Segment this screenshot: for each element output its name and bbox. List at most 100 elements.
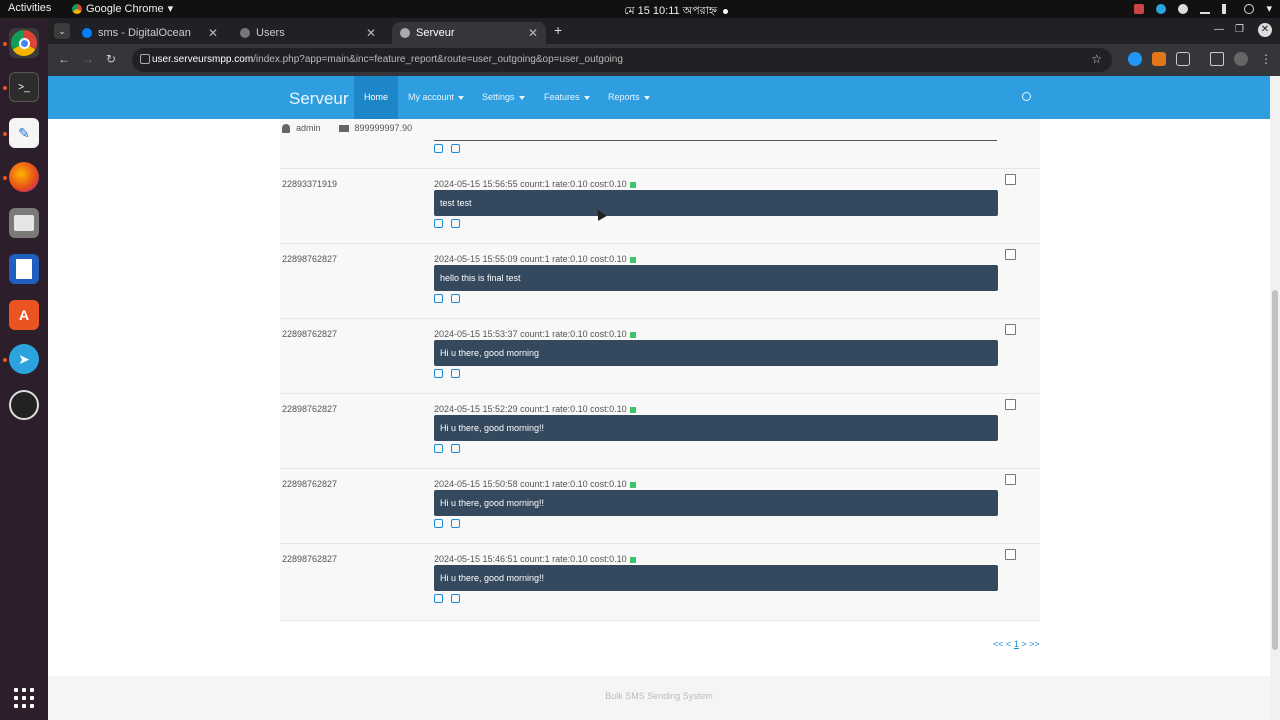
resend-icon[interactable] <box>434 519 443 528</box>
forward-icon[interactable]: → <box>82 52 94 66</box>
chrome-tray-icon <box>1178 3 1189 14</box>
activities-button[interactable]: Activities <box>8 2 51 14</box>
show-apps-icon[interactable] <box>14 688 34 708</box>
resend-icon[interactable] <box>434 219 443 228</box>
telegram-dock-icon[interactable]: ➤ <box>9 344 39 374</box>
tab-title: Users <box>256 27 285 39</box>
globe-favicon-icon <box>400 28 410 38</box>
delivered-status-icon <box>629 256 636 263</box>
pager-last[interactable]: >> <box>1029 639 1040 649</box>
minimize-icon[interactable]: — <box>1214 24 1224 35</box>
row-actions <box>434 144 460 153</box>
external-link-icon[interactable] <box>451 594 460 603</box>
nav-settings[interactable]: Settings <box>472 76 535 119</box>
row-checkbox[interactable] <box>1005 474 1016 485</box>
tab-title: sms - DigitalOcean <box>98 27 191 39</box>
reload-icon[interactable]: ↻ <box>106 52 116 66</box>
row-checkbox[interactable] <box>1005 324 1016 335</box>
running-indicator <box>3 176 7 180</box>
divider <box>434 140 997 141</box>
new-tab-icon[interactable]: + <box>554 22 562 38</box>
system-tray[interactable]: ▾ <box>1134 2 1272 15</box>
tab-search-icon[interactable]: ⌄ <box>54 23 70 39</box>
delivered-status-icon <box>629 406 636 413</box>
external-link-icon[interactable] <box>451 144 460 153</box>
recipient-number: 22898762827 <box>282 329 338 339</box>
tab-serveur[interactable]: Serveur ✕ <box>392 22 546 44</box>
network-icon <box>1200 4 1211 14</box>
nav-label: Reports <box>608 92 640 102</box>
running-indicator <box>3 132 7 136</box>
pager-current[interactable]: 1 <box>1014 639 1019 649</box>
writer-dock-icon[interactable] <box>9 254 39 284</box>
app-center-dock-icon[interactable]: A <box>9 300 39 330</box>
bookmark-star-icon[interactable]: ☆ <box>1091 52 1102 66</box>
page-scrollbar[interactable] <box>1270 76 1280 720</box>
back-icon[interactable]: ← <box>58 52 70 66</box>
text-editor-dock-icon[interactable]: ✎ <box>9 118 39 148</box>
side-panel-icon[interactable] <box>1210 52 1224 66</box>
notification-dot-icon <box>723 8 729 14</box>
obs-dock-icon[interactable] <box>9 390 39 420</box>
tab-digitalocean[interactable]: sms - DigitalOcean ✕ <box>74 22 226 44</box>
nav-label: Settings <box>482 92 515 102</box>
external-link-icon[interactable] <box>451 444 460 453</box>
logout-power-icon[interactable] <box>1022 92 1031 101</box>
nav-home[interactable]: Home <box>354 76 399 119</box>
message-text: Hi u there, good morning <box>434 340 998 366</box>
external-link-icon[interactable] <box>451 369 460 378</box>
url-path: /index.php?app=main&inc=feature_report&r… <box>253 54 623 65</box>
nav-my-account[interactable]: My account <box>398 76 474 119</box>
site-brand[interactable]: Serveur <box>289 89 349 109</box>
address-bar[interactable]: user.serveursmpp.com/index.php?app=main&… <box>132 48 1112 72</box>
running-indicator <box>3 86 7 90</box>
extension-icon[interactable] <box>1128 52 1142 66</box>
extensions-puzzle-icon[interactable] <box>1176 52 1190 66</box>
tab-users[interactable]: Users ✕ <box>232 22 384 44</box>
more-menu-icon[interactable]: ⋮ <box>1260 52 1272 66</box>
nav-label: My account <box>408 92 455 102</box>
url-text: user.serveursmpp.com/index.php?app=main&… <box>152 54 623 65</box>
terminal-dock-icon[interactable]: >_ <box>9 72 39 102</box>
row-checkbox[interactable] <box>1005 399 1016 410</box>
resend-icon[interactable] <box>434 594 443 603</box>
row-checkbox[interactable] <box>1005 549 1016 560</box>
profile-avatar[interactable] <box>1234 52 1248 66</box>
row-checkbox[interactable] <box>1005 174 1016 185</box>
chrome-dock-icon[interactable] <box>9 28 39 58</box>
message-text: test test <box>434 190 998 216</box>
pager-prev[interactable]: < <box>1006 639 1011 649</box>
caret-down-icon <box>643 95 650 100</box>
metamask-icon[interactable] <box>1152 52 1166 66</box>
close-icon[interactable]: ✕ <box>528 26 538 40</box>
pager-first[interactable]: << <box>993 639 1004 649</box>
window-close-icon[interactable]: ✕ <box>1258 23 1272 37</box>
restore-icon[interactable]: ❐ <box>1235 24 1244 35</box>
external-link-icon[interactable] <box>451 519 460 528</box>
recipient-number: 22893371919 <box>282 179 338 189</box>
dock: >_ ✎ A ➤ <box>0 18 48 720</box>
message-text: Hi u there, good morning!! <box>434 565 998 591</box>
nav-features[interactable]: Features <box>534 76 600 119</box>
site-navbar: Serveur Home My account Settings Feature… <box>48 76 1270 119</box>
row-checkbox[interactable] <box>1005 249 1016 260</box>
resend-icon[interactable] <box>434 444 443 453</box>
files-dock-icon[interactable] <box>9 208 39 238</box>
pagination: << < 1 > >> <box>993 639 1040 649</box>
app-menu[interactable]: Google Chrome ▾ <box>72 2 173 15</box>
recipient-number: 22898762827 <box>282 254 338 264</box>
nav-reports[interactable]: Reports <box>598 76 660 119</box>
close-icon[interactable]: ✕ <box>208 26 218 40</box>
external-link-icon[interactable] <box>451 294 460 303</box>
pager-next[interactable]: > <box>1021 639 1026 649</box>
message-meta: 2024-05-15 15:46:51 count:1 rate:0.10 co… <box>434 554 636 564</box>
footer-text: Bulk SMS Sending System <box>605 691 713 701</box>
resend-icon[interactable] <box>434 294 443 303</box>
resend-icon[interactable] <box>434 144 443 153</box>
close-icon[interactable]: ✕ <box>366 26 376 40</box>
scrollbar-thumb[interactable] <box>1272 290 1278 650</box>
resend-icon[interactable] <box>434 369 443 378</box>
external-link-icon[interactable] <box>451 219 460 228</box>
site-info-icon[interactable] <box>140 54 150 64</box>
firefox-dock-icon[interactable] <box>9 162 39 192</box>
